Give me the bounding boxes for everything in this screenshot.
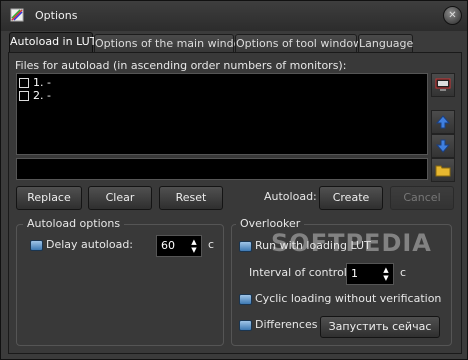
differences-checkbox[interactable] <box>239 320 252 331</box>
tab-autoload-in-lut[interactable]: Autoload in LUT <box>9 32 96 54</box>
tab-language[interactable]: Language <box>358 34 413 53</box>
cyclic-loading-checkbox[interactable] <box>239 294 252 305</box>
delay-autoload-spinner[interactable]: 60 ▲ ▼ <box>156 235 202 257</box>
replace-button[interactable]: Replace <box>16 186 82 210</box>
close-button[interactable]: ✕ <box>443 6 462 25</box>
window-title: Options <box>35 9 78 22</box>
monitor-calibration-icon <box>10 8 24 22</box>
title-bar[interactable]: Options ✕ <box>1 1 467 31</box>
file-label: 1. - <box>33 76 51 89</box>
file-path-input[interactable] <box>16 158 428 180</box>
interval-unit: c <box>400 266 407 279</box>
spinner-arrows-icon[interactable]: ▲ ▼ <box>382 266 390 282</box>
file-checkbox[interactable] <box>19 78 29 88</box>
cyclic-loading-label: Cyclic loading without verification <box>255 292 442 305</box>
cancel-button[interactable]: Cancel <box>390 186 454 210</box>
move-up-button[interactable] <box>431 110 455 134</box>
autoload-label: Autoload: <box>264 190 317 203</box>
softpedia-watermark: SOFTPEDIA <box>271 229 432 257</box>
create-button[interactable]: Create <box>319 186 383 210</box>
options-window: Options ✕ Autoload in LUT Options of the… <box>0 0 468 360</box>
monitor-button[interactable] <box>431 73 455 97</box>
monitor-icon <box>435 78 451 91</box>
tab-tool-windows-options[interactable]: Options of tool windows <box>235 34 368 53</box>
browse-folder-button[interactable] <box>431 158 455 182</box>
file-checkbox[interactable] <box>19 91 29 101</box>
interval-spinner[interactable]: 1 ▲ ▼ <box>346 263 394 285</box>
autoload-files-list[interactable]: 1. - 2. - <box>16 73 428 155</box>
folder-icon <box>435 165 451 177</box>
clear-button[interactable]: Clear <box>88 186 152 210</box>
spinner-arrows-icon[interactable]: ▲ ▼ <box>190 238 198 254</box>
tab-main-window-options[interactable]: Options of the main window <box>94 34 249 53</box>
interval-label: Interval of control: <box>249 266 351 279</box>
close-icon: ✕ <box>448 10 457 21</box>
file-label: 2. - <box>33 89 51 102</box>
list-item[interactable]: 2. - <box>19 89 219 103</box>
differences-label: Differences <box>255 318 318 331</box>
files-label: Files for autoload (in ascending order n… <box>15 59 347 72</box>
delay-unit: c <box>208 238 215 251</box>
delay-value: 60 <box>161 239 175 252</box>
autoload-options-title: Autoload options <box>23 217 125 230</box>
reset-button[interactable]: Reset <box>159 186 223 210</box>
arrow-down-icon <box>436 139 450 153</box>
arrow-up-icon <box>436 115 450 129</box>
delay-autoload-checkbox[interactable] <box>30 240 43 251</box>
delay-autoload-label: Delay autoload: <box>46 238 134 251</box>
run-now-button[interactable]: Запустить сейчас <box>320 316 440 338</box>
interval-value: 1 <box>351 267 358 280</box>
run-with-lut-checkbox[interactable] <box>239 241 252 252</box>
move-down-button[interactable] <box>431 134 455 158</box>
